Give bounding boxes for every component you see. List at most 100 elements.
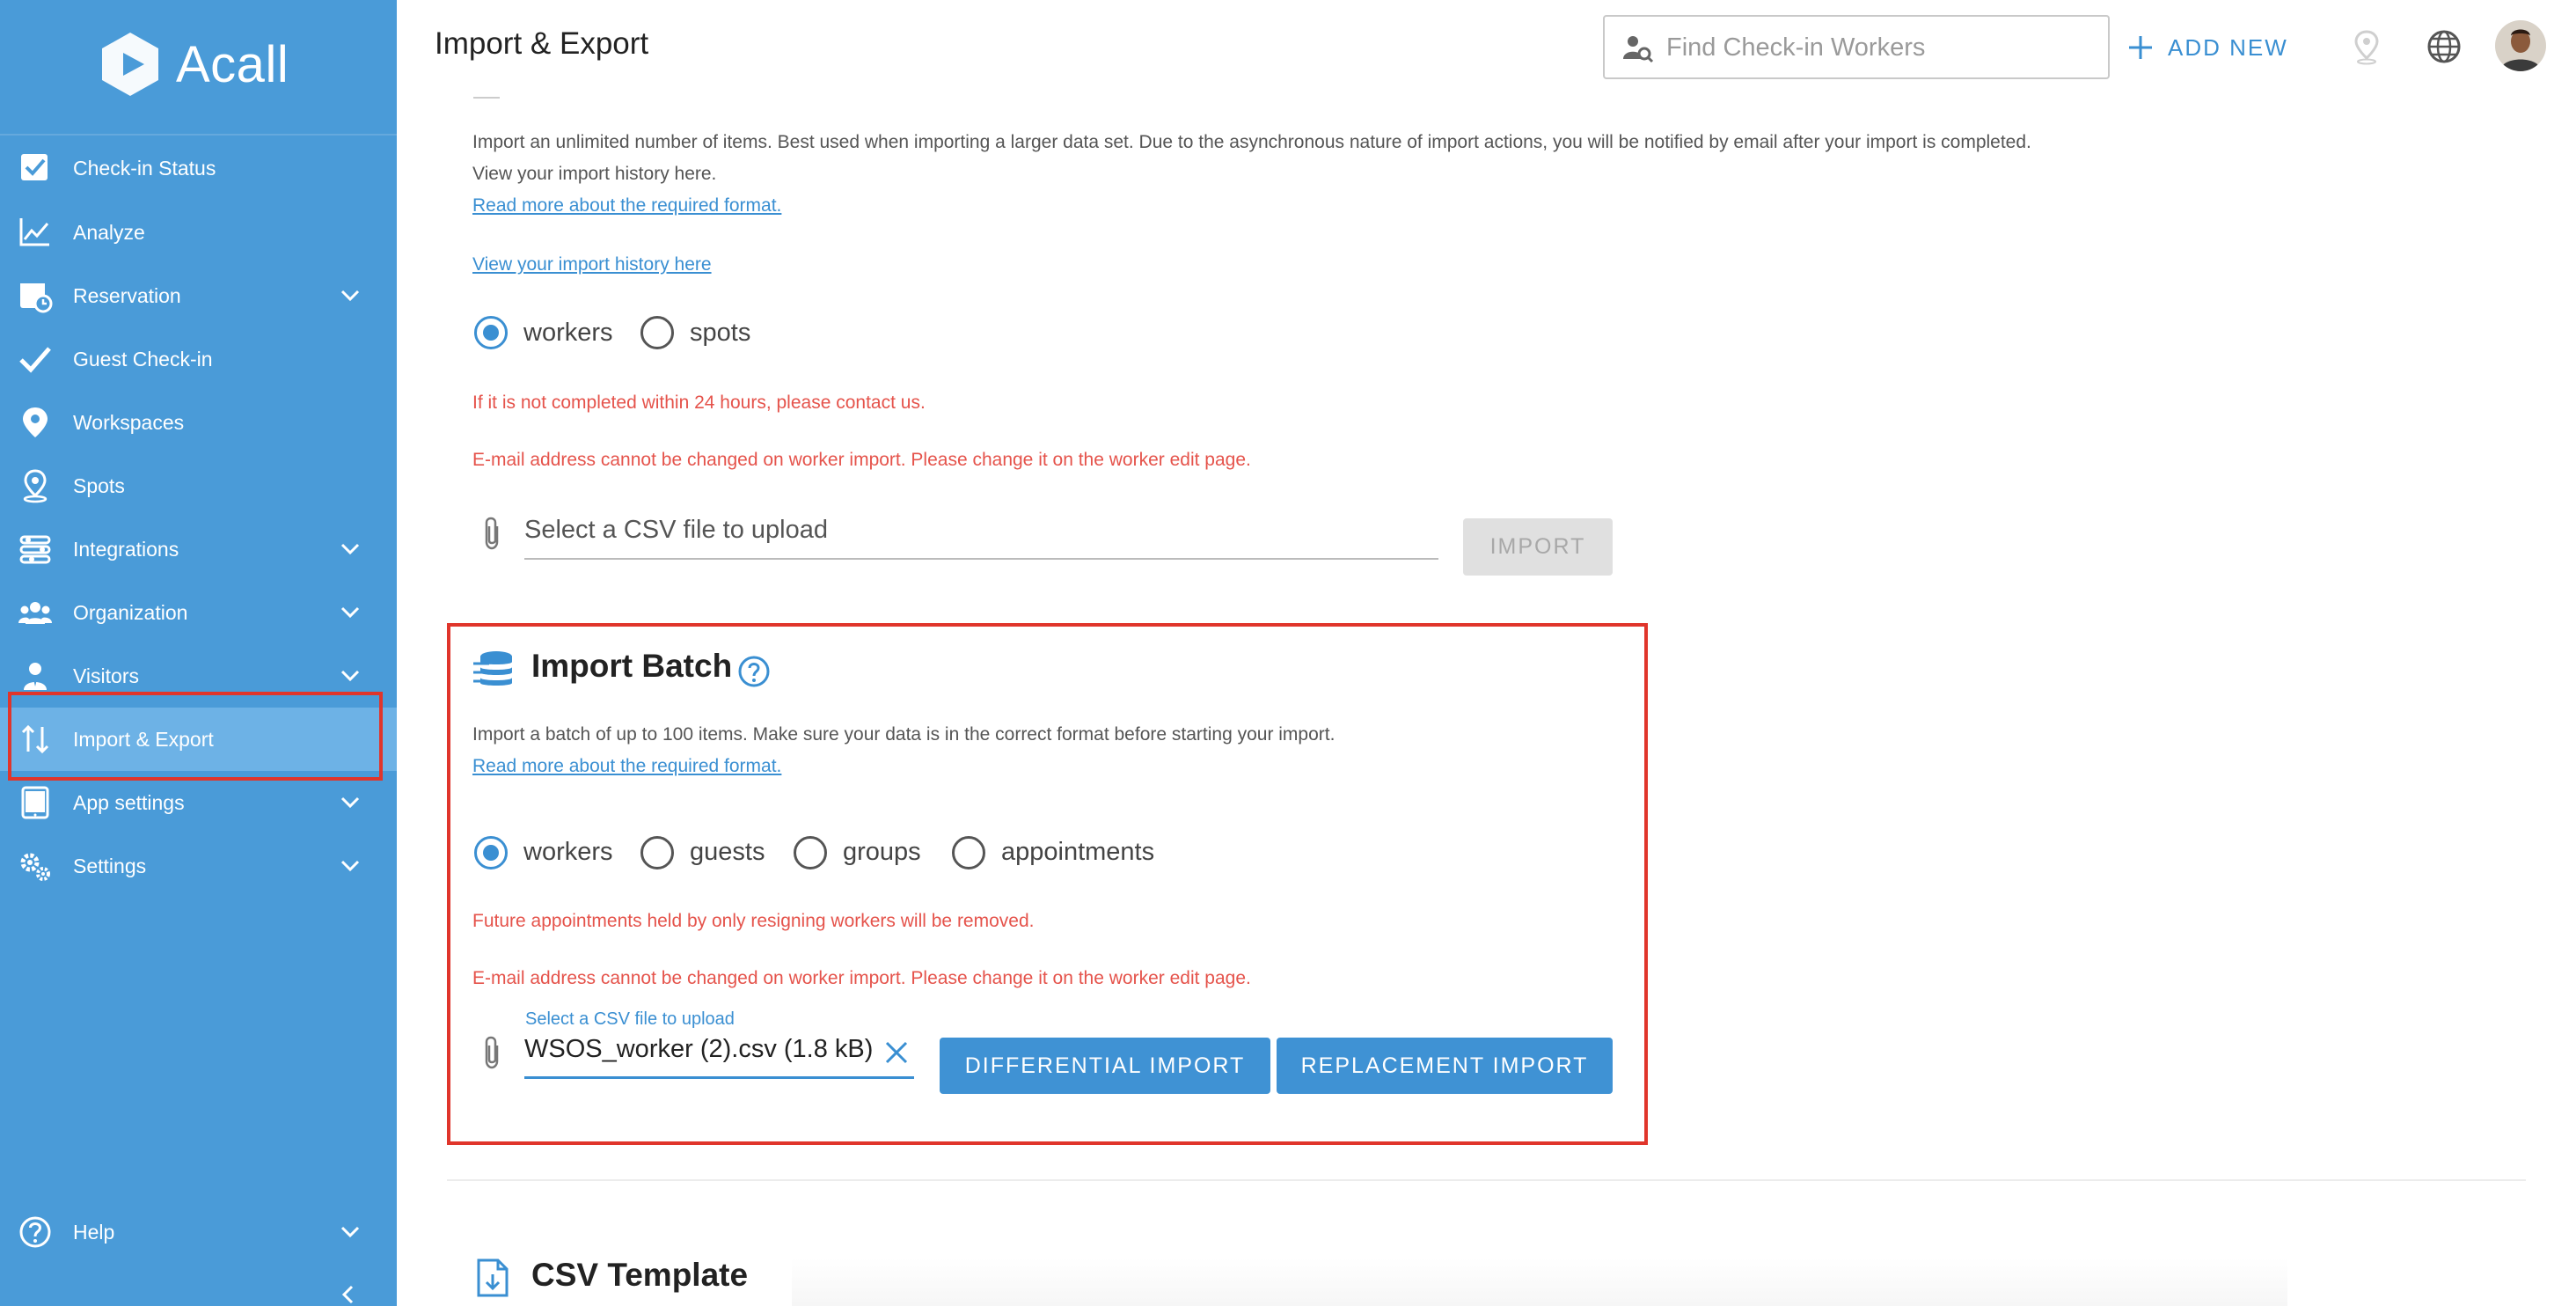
database-stack-icon (473, 651, 512, 686)
radio-label-workers: workers (523, 838, 613, 866)
sidebar-item-label: Visitors (73, 664, 139, 687)
add-new-label: ADD NEW (2168, 33, 2288, 61)
bulk-format-link[interactable]: Read more about the required format. (472, 195, 781, 216)
radio-bulk-workers[interactable] (474, 316, 508, 349)
checkmark-icon (19, 347, 51, 373)
bulk-warning-email: E-mail address cannot be changed on work… (472, 450, 1251, 470)
sidebar-item-integrations[interactable]: Integrations (0, 517, 397, 581)
bulk-description-line2: View your import history here. (472, 164, 717, 184)
chevron-down-icon (340, 860, 360, 872)
acall-logo-icon (102, 33, 158, 96)
radio-batch-workers[interactable] (474, 836, 508, 869)
paperclip-icon (485, 1036, 499, 1069)
sidebar-item-label: Analyze (73, 220, 145, 244)
location-pin-icon[interactable] (2352, 30, 2382, 65)
chevron-down-icon (340, 670, 360, 682)
radio-label-groups: groups (843, 838, 921, 866)
sidebar-item-settings[interactable]: Settings (0, 834, 397, 898)
sidebar-item-label: App settings (73, 790, 185, 814)
visitor-icon (24, 663, 47, 690)
batch-file-input[interactable]: WSOS_worker (2).csv (1.8 kB) (524, 1035, 914, 1079)
radio-bulk-spots[interactable] (640, 316, 674, 349)
bulk-file-placeholder: Select a CSV file to upload (524, 516, 828, 544)
radio-label-appointments: appointments (1001, 838, 1155, 866)
sidebar-item-label: Help (73, 1220, 115, 1244)
radio-batch-guests[interactable] (640, 836, 674, 869)
import-button[interactable]: IMPORT (1463, 518, 1613, 576)
sidebar-item-check-in-status[interactable]: Check-in Status (0, 136, 397, 200)
search-box[interactable] (1603, 15, 2110, 79)
sidebar-item-label: Guest Check-in (73, 347, 213, 371)
search-person-icon (1623, 36, 1654, 63)
chevron-down-icon (340, 606, 360, 619)
calendar-clock-icon (20, 283, 53, 313)
sidebar-divider (0, 134, 397, 136)
add-new-button[interactable]: ADD NEW (2127, 28, 2288, 67)
batch-warning-email: E-mail address cannot be changed on work… (472, 968, 1251, 988)
integrations-icon (19, 535, 51, 564)
batch-file-label: Select a CSV file to upload (525, 1009, 735, 1029)
line-chart-icon (19, 218, 49, 246)
location-spot-icon (23, 469, 48, 503)
section-divider (447, 1179, 2526, 1181)
bulk-warning-timeout: If it is not completed within 24 hours, … (472, 393, 926, 413)
sidebar-item-label: Settings (73, 854, 147, 877)
paperclip-icon (485, 517, 499, 550)
acall-logo[interactable]: Acall (95, 26, 289, 102)
sidebar-item-help[interactable]: Help (0, 1200, 397, 1264)
sidebar-item-workspaces[interactable]: Workspaces (0, 391, 397, 454)
active-item-highlight (8, 692, 383, 781)
gears-icon (20, 853, 50, 881)
search-input[interactable] (1666, 26, 2097, 70)
sidebar-item-label: Integrations (73, 537, 179, 561)
section-icon-fragment (473, 86, 500, 99)
sidebar-item-analyze[interactable]: Analyze (0, 201, 397, 264)
radio-label-workers: workers (523, 319, 613, 347)
sidebar-item-guest-check-in[interactable]: Guest Check-in (0, 327, 397, 391)
chevron-down-icon (340, 1226, 360, 1238)
csv-download-icon (477, 1258, 509, 1297)
radio-batch-appointments[interactable] (952, 836, 985, 869)
collapse-sidebar-icon[interactable] (338, 1283, 359, 1306)
checkbox-icon (21, 154, 48, 180)
tablet-icon (21, 786, 49, 819)
clear-file-icon[interactable] (882, 1038, 911, 1067)
sidebar: Acall Check-in Status Analyze Reservatio… (0, 0, 397, 1306)
bulk-description-line1: Import an unlimited number of items. Bes… (472, 132, 2031, 152)
csv-template-title: CSV Template (531, 1257, 749, 1293)
help-question-icon[interactable] (737, 655, 771, 688)
batch-description: Import a batch of up to 100 items. Make … (472, 724, 1336, 745)
sidebar-item-label: Workspaces (73, 410, 185, 434)
import-batch-title: Import Batch (531, 648, 733, 684)
chevron-down-icon (340, 543, 360, 555)
help-circle-icon (19, 1216, 51, 1248)
import-history-link[interactable]: View your import history here (472, 254, 712, 275)
chevron-down-icon (340, 796, 360, 809)
sidebar-item-label: Spots (73, 473, 125, 497)
sidebar-item-label: Organization (73, 600, 188, 624)
sidebar-item-organization[interactable]: Organization (0, 581, 397, 644)
batch-format-link[interactable]: Read more about the required format. (472, 756, 781, 777)
sidebar-item-label: Reservation (73, 283, 181, 307)
radio-label-guests: guests (690, 838, 765, 866)
radio-batch-groups[interactable] (794, 836, 827, 869)
replacement-import-button[interactable]: REPLACEMENT IMPORT (1277, 1038, 1613, 1094)
bulk-file-input[interactable]: Select a CSV file to upload (524, 516, 1438, 560)
bottom-shadow (792, 1258, 2287, 1306)
people-group-icon (18, 602, 52, 624)
batch-warning-appointments: Future appointments held by only resigni… (472, 911, 1035, 931)
sidebar-item-spots[interactable]: Spots (0, 454, 397, 517)
brand-name: Acall (176, 35, 289, 93)
page-title: Import & Export (435, 26, 649, 61)
globe-icon[interactable] (2426, 28, 2463, 65)
sidebar-item-reservation[interactable]: Reservation (0, 264, 397, 327)
radio-label-spots: spots (690, 319, 751, 347)
user-avatar[interactable] (2495, 20, 2546, 71)
differential-import-button[interactable]: DIFFERENTIAL IMPORT (940, 1038, 1270, 1094)
map-pin-icon (23, 407, 48, 437)
avatar-image (2495, 20, 2546, 71)
batch-file-value: WSOS_worker (2).csv (1.8 kB) (524, 1035, 874, 1063)
chevron-down-icon (340, 290, 360, 302)
sidebar-item-label: Check-in Status (73, 156, 216, 180)
plus-icon (2129, 36, 2152, 59)
